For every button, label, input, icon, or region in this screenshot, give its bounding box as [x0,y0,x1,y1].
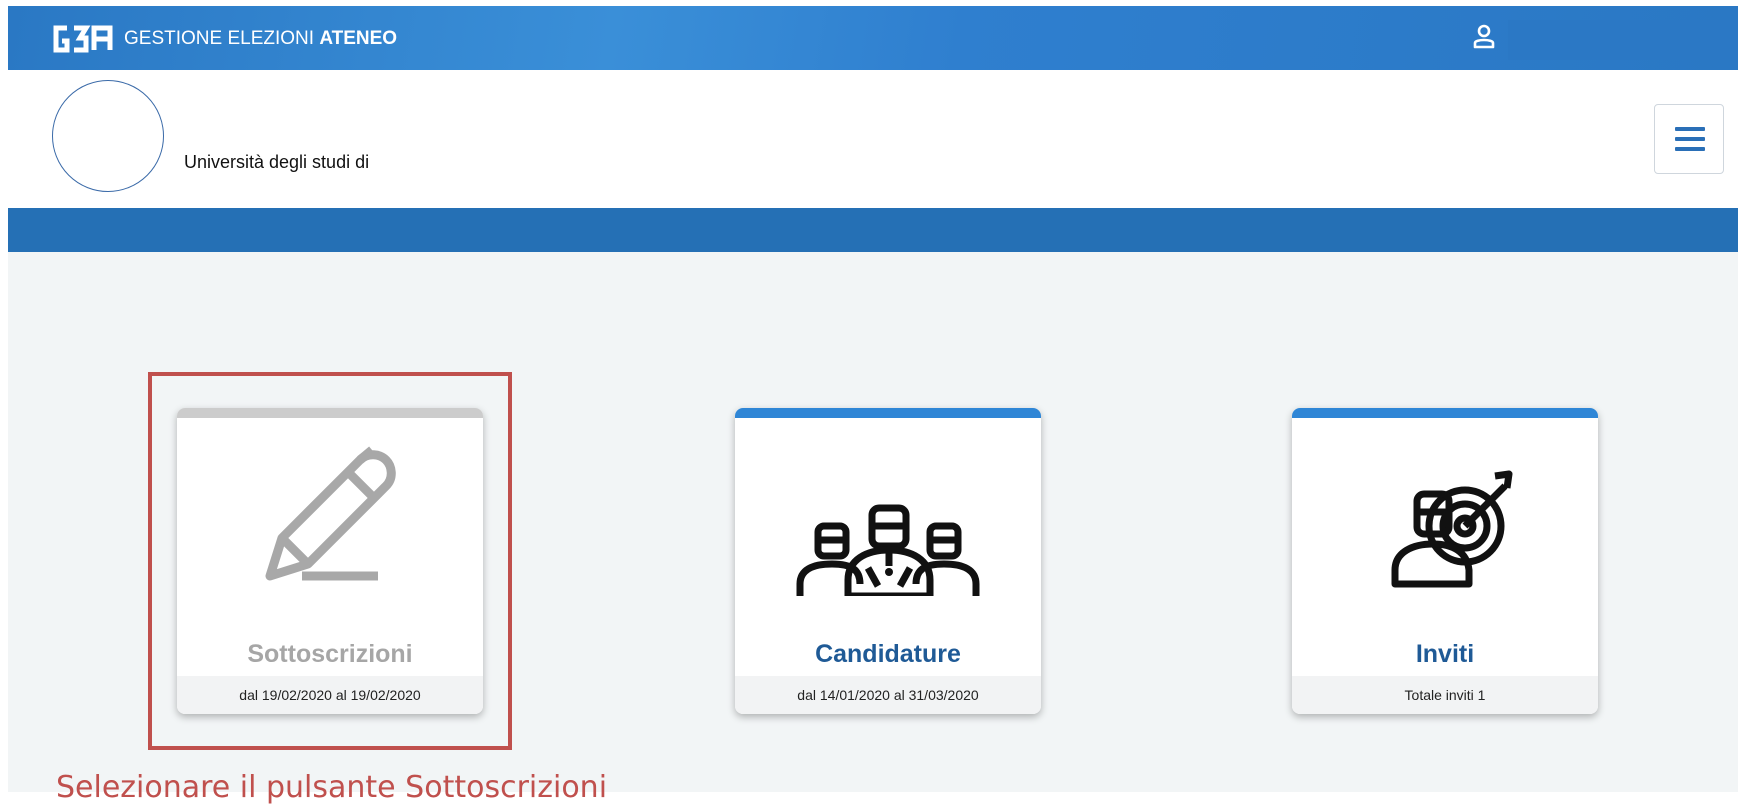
hamburger-line [1675,137,1705,141]
card-invite-count: Totale inviti 1 [1292,676,1598,714]
card-inviti[interactable]: Inviti Totale inviti 1 [1292,408,1598,714]
header-stripe [8,208,1738,252]
card-title: Inviti [1415,640,1475,668]
university-logo [52,80,164,192]
header: Università degli studi di [8,70,1738,208]
user-name-area[interactable] [1508,20,1738,60]
user-icon[interactable] [1470,22,1498,52]
card-accent-bar [735,408,1041,418]
card-date-range: dal 14/01/2020 al 31/03/2020 [735,676,1041,714]
target-person-icon [1391,470,1513,588]
menu-button[interactable] [1654,104,1724,174]
instruction-text: Selezionare il pulsante Sottoscrizioni [56,770,608,805]
card-candidature[interactable]: Candidature dal 14/01/2020 al 31/03/2020 [735,408,1041,714]
highlight-box [148,372,512,750]
hamburger-line [1675,147,1705,151]
app-title: GESTIONE ELEZIONI ATENEO [124,28,398,49]
card-accent-bar [1292,408,1598,418]
top-bar: GESTIONE ELEZIONI ATENEO [8,6,1738,70]
card-title: Candidature [815,640,961,668]
g3a-logo [53,25,113,53]
university-name: Università degli studi di [184,152,370,172]
candidates-group-icon [796,504,980,596]
hamburger-menu-icon [1675,127,1705,131]
